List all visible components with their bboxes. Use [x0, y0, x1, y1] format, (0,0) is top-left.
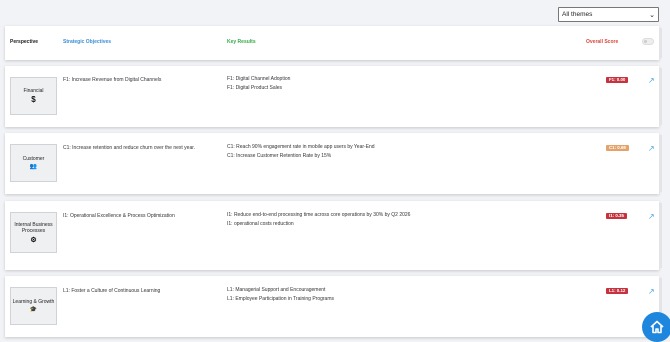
expand-icon[interactable]: ↗ — [648, 287, 655, 296]
table-header: Perspective Strategic Objectives Key Res… — [5, 26, 662, 60]
perspective-label: Financial — [23, 87, 44, 94]
users-icon: 👥 — [29, 164, 38, 171]
header-key-results: Key Results — [227, 39, 256, 45]
expand-icon[interactable]: ↗ — [648, 212, 655, 221]
header-perspective: Perspective — [10, 39, 39, 45]
graduation-cap-icon: 🎓 — [29, 307, 38, 314]
header-overall-score: Overall Score — [586, 39, 619, 45]
gears-icon: ⚙ — [30, 236, 37, 244]
key-result-item: I1: Reduce end-to-end processing time ac… — [227, 212, 411, 218]
perspective-row-learning: Learning & Growth 🎓 L1: Foster a Culture… — [5, 276, 662, 337]
perspective-row-financial: Financial $ F1: Increase Revenue from Di… — [5, 66, 662, 127]
perspective-box-customer: Customer 👥 — [10, 144, 57, 182]
objective-text: L1: Foster a Culture of Continuous Learn… — [63, 288, 161, 294]
score-badge: I1: 0.35 — [606, 213, 627, 219]
objective-text: I1: Operational Excellence & Process Opt… — [63, 213, 175, 219]
key-results-list: I1: Reduce end-to-end processing time ac… — [227, 211, 410, 229]
perspective-label-line2: Processes — [21, 228, 46, 234]
perspective-box-financial: Financial $ — [10, 77, 57, 115]
key-result-item: C1: Increase Customer Retention Rate by … — [227, 153, 332, 159]
key-results-list: F1: Digital Channel Adoption F1: Digital… — [227, 75, 290, 93]
perspective-row-internal: Internal Business Processes ⚙ I1: Operat… — [5, 201, 662, 270]
key-result-item: I1: operational costs reduction — [227, 221, 294, 227]
objective-text: C1: Increase retention and reduce churn … — [63, 145, 196, 151]
key-result-item: L1: Managerial Support and Encouragement — [227, 287, 326, 293]
expand-icon[interactable]: ↗ — [648, 144, 655, 153]
score-badge: C1: 0.69 — [606, 145, 629, 151]
chevron-down-icon: ⌄ — [649, 11, 655, 19]
dollar-icon: $ — [31, 95, 36, 105]
theme-select-value: All themes — [562, 11, 593, 18]
perspective-label: Customer — [22, 155, 45, 162]
key-results-list: L1: Managerial Support and Encouragement… — [227, 286, 334, 304]
key-result-item: C1: Reach 90% engagement rate in mobile … — [227, 144, 375, 150]
perspective-box-internal: Internal Business Processes ⚙ — [10, 212, 57, 253]
key-result-item: F1: Digital Channel Adoption — [227, 76, 291, 82]
objective-text: F1: Increase Revenue from Digital Channe… — [63, 77, 162, 83]
key-results-list: C1: Reach 90% engagement rate in mobile … — [227, 143, 375, 161]
expand-icon[interactable]: ↗ — [648, 76, 655, 85]
home-icon — [650, 320, 664, 334]
perspective-box-learning: Learning & Growth 🎓 — [10, 287, 57, 325]
home-button[interactable] — [642, 312, 670, 342]
header-toggle[interactable] — [642, 38, 654, 45]
key-result-item: F1: Digital Product Sales — [227, 85, 283, 91]
score-badge: L1: 0.12 — [606, 288, 629, 294]
score-badge: F1: 0.00 — [606, 77, 629, 83]
perspective-row-customer: Customer 👥 C1: Increase retention and re… — [5, 133, 662, 194]
key-result-item: L1: Employee Participation in Training P… — [227, 296, 334, 302]
theme-select[interactable]: All themes ⌄ — [558, 7, 659, 22]
perspective-label: Learning & Growth — [12, 298, 55, 305]
header-objectives: Strategic Objectives — [63, 39, 112, 45]
